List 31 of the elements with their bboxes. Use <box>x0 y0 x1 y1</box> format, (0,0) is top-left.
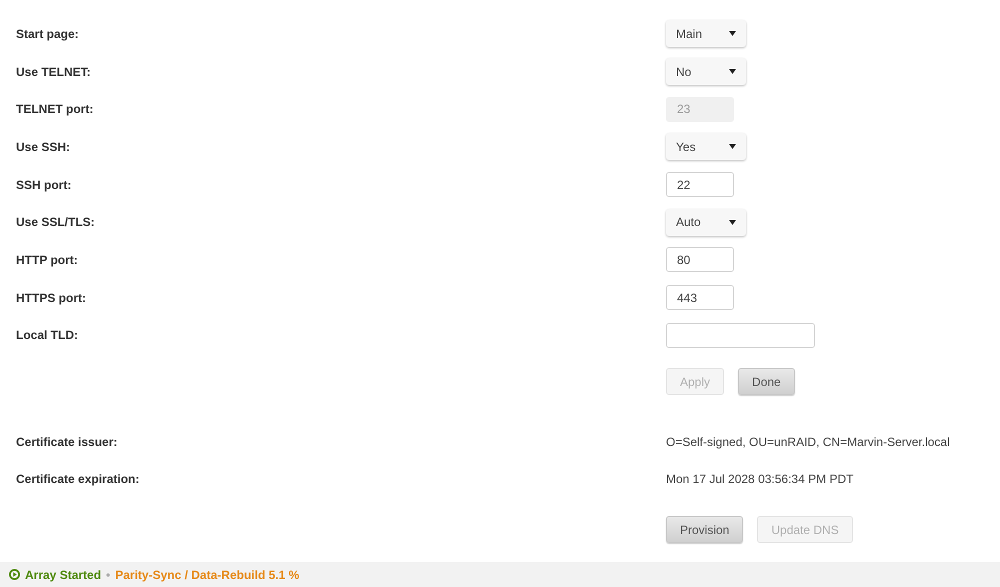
progress-status: Parity-Sync / Data-Rebuild 5.1 % <box>115 566 300 584</box>
setting-label: Local TLD: <box>15 327 79 344</box>
dropdown[interactable]: No <box>666 58 746 86</box>
play-circle-icon <box>9 569 20 580</box>
caret-icon <box>729 220 736 225</box>
certificate-value: O=Self-signed, OU=unRAID, CN=Marvin-Server.local <box>665 434 950 451</box>
input-field[interactable]: 443 <box>666 285 734 310</box>
button[interactable]: Provision <box>666 516 744 544</box>
dropdown[interactable]: Auto <box>666 208 746 236</box>
setting-label: Use SSH: <box>15 138 72 156</box>
setting-label: SSH port: <box>15 176 72 194</box>
certificate-label: Certificate issuer: <box>15 434 118 451</box>
separator: • <box>106 566 110 584</box>
setting-label: HTTPS port: <box>15 290 87 307</box>
setting-label: HTTP port: <box>15 252 79 269</box>
setting-label: Use TELNET: <box>15 64 92 81</box>
caret-icon <box>729 31 736 36</box>
input-field[interactable]: 22 <box>666 172 734 198</box>
certificate-label: Certificate expiration: <box>15 471 140 488</box>
caret-icon <box>729 144 736 150</box>
setting-label: Start page: <box>15 26 80 43</box>
caret-icon <box>729 69 736 74</box>
setting-label: Use SSL/TLS: <box>15 214 96 232</box>
button[interactable]: Done <box>738 368 795 396</box>
dropdown[interactable]: Main <box>666 20 746 48</box>
dropdown[interactable]: Yes <box>666 133 746 160</box>
certificate-value: Mon 17 Jul 2028 03:56:34 PM PDT <box>665 471 854 488</box>
input-field[interactable]: 80 <box>666 247 734 272</box>
setting-label: TELNET port: <box>15 101 94 118</box>
array-status: Array Started <box>25 566 102 584</box>
input-field[interactable] <box>666 322 815 348</box>
